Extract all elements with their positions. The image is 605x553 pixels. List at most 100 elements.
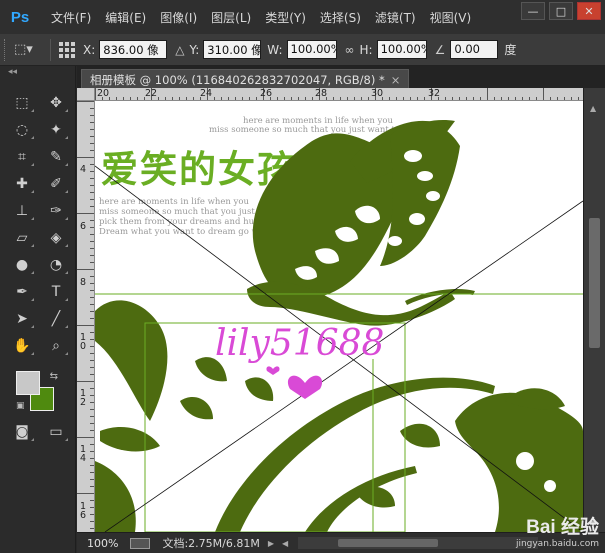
- blur-tool-icon[interactable]: ●: [8, 254, 36, 276]
- document-tab[interactable]: 相册模板 @ 100% (116840262832702047, RGB/8) …: [81, 69, 410, 88]
- dodge-tool-icon[interactable]: ◔: [42, 254, 70, 276]
- ruler-label: 20: [97, 88, 110, 99]
- ruler-label: 1 4: [80, 444, 87, 464]
- options-grip[interactable]: [4, 38, 8, 61]
- h-input[interactable]: 100.00%: [376, 40, 427, 59]
- transform-tool-icon[interactable]: ⬚▾: [14, 40, 44, 60]
- status-proof-icon[interactable]: [130, 537, 151, 549]
- minimize-button[interactable]: —: [521, 2, 545, 20]
- link-icon[interactable]: ∞: [345, 43, 355, 57]
- pen-tool-icon[interactable]: ✒: [8, 281, 36, 303]
- ruler-label: 6: [80, 221, 87, 232]
- default-colors-icon[interactable]: ▣: [16, 401, 25, 411]
- foreground-color-swatch[interactable]: [16, 371, 40, 395]
- angle-icon: ∠: [434, 42, 446, 57]
- screen-mode-icon[interactable]: ▭: [42, 421, 70, 443]
- healing-brush-icon[interactable]: ✚: [8, 173, 36, 195]
- reference-point-icon[interactable]: [57, 40, 77, 60]
- color-swatches: ⇆ ▣: [16, 371, 60, 415]
- window-controls: — □ ✕: [517, 2, 601, 20]
- menu-edit[interactable]: 编辑(E): [105, 9, 146, 26]
- lasso-tool-icon[interactable]: ◌: [8, 119, 36, 141]
- document-tab-bar: 相册模板 @ 100% (116840262832702047, RGB/8) …: [77, 66, 605, 88]
- hscroll-thumb[interactable]: [338, 539, 439, 547]
- butterfly-artwork: [95, 120, 583, 532]
- swap-colors-icon[interactable]: ⇆: [50, 371, 58, 382]
- h-label: H:: [359, 42, 373, 57]
- ruler-label: 1 0: [80, 332, 87, 352]
- document-canvas[interactable]: here are moments in life when you miss s…: [95, 101, 583, 532]
- options-divider: [50, 38, 51, 61]
- ruler-label: 24: [200, 88, 213, 99]
- zoom-tool-icon[interactable]: ⌕: [42, 335, 70, 357]
- close-button[interactable]: ✕: [577, 2, 601, 20]
- ruler-label: 30: [371, 88, 384, 99]
- ruler-label: 28: [315, 88, 328, 99]
- scrollbar-thumb[interactable]: [589, 218, 600, 348]
- menu-bar: Ps 文件(F) 编辑(E) 图像(I) 图层(L) 类型(Y) 选择(S) 滤…: [0, 0, 605, 34]
- angle-unit: 度: [504, 43, 517, 57]
- ruler-label: 4: [80, 164, 87, 175]
- menu-image[interactable]: 图像(I): [160, 9, 197, 26]
- menu-layer[interactable]: 图层(L): [211, 9, 251, 26]
- horizontal-scrollbar[interactable]: [298, 537, 539, 549]
- zoom-level[interactable]: 100%: [87, 537, 118, 550]
- menu-file[interactable]: 文件(F): [51, 9, 91, 26]
- options-bar: ⬚▾ X: 836.00 像 △ Y: 310.00 像 W: 100.00% …: [0, 34, 605, 66]
- ruler-label: 22: [145, 88, 158, 99]
- ruler-label: 1 6: [80, 501, 87, 521]
- photoshop-logo: Ps: [10, 8, 30, 26]
- menu-select[interactable]: 选择(S): [320, 9, 361, 26]
- status-menu-arrow-icon[interactable]: ▶: [268, 539, 274, 548]
- vertical-scrollbar[interactable]: ▲ ▼: [583, 88, 605, 532]
- move-tool-icon[interactable]: ✥: [42, 92, 70, 114]
- w-label: W:: [267, 42, 283, 57]
- delta-icon[interactable]: △: [175, 43, 184, 57]
- w-input[interactable]: 100.00%: [286, 40, 337, 59]
- hand-tool-icon[interactable]: ✋: [8, 335, 36, 357]
- menu-filter[interactable]: 滤镜(T): [375, 9, 416, 26]
- toolbox-collapse-icon[interactable]: ◂◂: [0, 66, 75, 78]
- ruler-label: 32: [428, 88, 441, 99]
- y-input[interactable]: 310.00 像: [203, 40, 262, 59]
- marquee-tool-icon[interactable]: ⬚: [8, 92, 36, 114]
- restore-button[interactable]: □: [549, 2, 573, 20]
- toolbox: ◂◂ ⬚ ✥ ◌ ✦ ⌗ ✎ ✚ ✐ ⊥ ✑ ▱ ◈ ● ◔ ✒ T ➤ ╱ ✋…: [0, 66, 76, 553]
- ruler-label: 26: [260, 88, 273, 99]
- canvas-area[interactable]: here are moments in life when you miss s…: [95, 101, 583, 532]
- paint-bucket-icon[interactable]: ◈: [42, 227, 70, 249]
- horizontal-ruler-ticks: [95, 88, 579, 100]
- brush-tool-icon[interactable]: ✐: [42, 173, 70, 195]
- path-selection-icon[interactable]: ➤: [8, 308, 36, 330]
- crop-tool-icon[interactable]: ⌗: [8, 146, 36, 168]
- angle-input[interactable]: 0.00: [450, 40, 499, 59]
- magic-wand-icon[interactable]: ✦: [42, 119, 70, 141]
- menu-view[interactable]: 视图(V): [430, 9, 472, 26]
- baidu-jingyan-badge: Bai 经验 jingyan.baidu.com: [516, 512, 599, 549]
- watermark-text: lily51688: [215, 323, 385, 364]
- scroll-left-icon[interactable]: ◀: [282, 539, 288, 548]
- scroll-up-icon[interactable]: ▲: [590, 104, 596, 113]
- line-tool-icon[interactable]: ╱: [42, 308, 70, 330]
- ruler-origin[interactable]: [77, 88, 95, 101]
- tab-close-icon[interactable]: ×: [391, 73, 401, 87]
- clone-stamp-icon[interactable]: ⊥: [8, 200, 36, 222]
- eraser-tool-icon[interactable]: ▱: [8, 227, 36, 249]
- document-size: 文档:2.75M/6.81M: [162, 537, 260, 550]
- ruler-label: 8: [80, 277, 87, 288]
- eyedropper-icon[interactable]: ✎: [42, 146, 70, 168]
- vertical-ruler[interactable]: 4 6 8 1 0 1 2 1 4 1 6: [77, 101, 95, 532]
- quick-mask-icon[interactable]: ◙: [8, 421, 36, 443]
- type-tool-icon[interactable]: T: [42, 281, 70, 303]
- menu-type[interactable]: 类型(Y): [265, 9, 306, 26]
- baidu-brand: Bai 经验: [526, 517, 599, 538]
- y-label: Y:: [189, 42, 200, 57]
- x-input[interactable]: 836.00 像: [99, 40, 168, 59]
- menu-items: 文件(F) 编辑(E) 图像(I) 图层(L) 类型(Y) 选择(S) 滤镜(T…: [51, 9, 485, 26]
- x-label: X:: [83, 42, 96, 57]
- horizontal-ruler[interactable]: 20 22 24 26 28 30 32: [95, 88, 583, 101]
- heart-shape: [287, 375, 323, 399]
- ruler-label: 1 2: [80, 388, 87, 408]
- history-brush-icon[interactable]: ✑: [42, 200, 70, 222]
- status-bar: 100% 文档:2.75M/6.81M ▶ ◀ Bai 经验 jingyan.b…: [77, 517, 605, 553]
